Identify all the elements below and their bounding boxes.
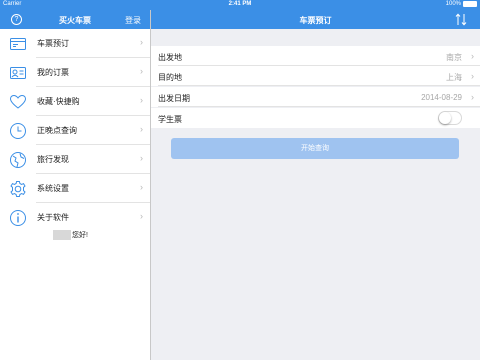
login-button[interactable]: 登录 xyxy=(125,15,141,26)
chevron-right-icon: › xyxy=(140,66,143,76)
sidebar-item-travel-discovery[interactable]: 旅行发现 › xyxy=(0,145,150,174)
departure-date-row[interactable]: 出发日期 2014-08-29 › xyxy=(151,87,480,107)
sidebar-item-label: 我的订票 xyxy=(37,68,69,77)
toggle-knob xyxy=(439,112,451,124)
username-placeholder xyxy=(53,230,71,240)
battery-percent: 100% xyxy=(445,1,461,7)
divider xyxy=(158,106,480,107)
battery-icon xyxy=(463,1,477,7)
sidebar-item-label: 车票预订 xyxy=(37,39,69,48)
departure-label: 出发地 xyxy=(158,53,182,62)
sidebar-item-ticket-booking[interactable]: 车票预订 › xyxy=(0,29,150,58)
clock-icon xyxy=(10,123,26,139)
departure-station-row[interactable]: 出发地 南京 › xyxy=(151,46,480,66)
chevron-right-icon: › xyxy=(471,51,474,61)
info-icon xyxy=(10,210,26,226)
sidebar-menu: 车票预订 › 我的订票 › 收藏·快捷购 › 正晚点查询 › 旅行发现 › 系统… xyxy=(0,29,150,360)
heart-icon xyxy=(9,94,27,109)
chevron-right-icon: › xyxy=(140,182,143,192)
page-title: 车票预订 xyxy=(299,16,332,25)
sidebar-item-label: 收藏·快捷购 xyxy=(37,97,80,106)
chevron-right-icon: › xyxy=(140,37,143,47)
search-button[interactable]: 开始查询 xyxy=(171,138,459,159)
sidebar-item-label: 关于软件 xyxy=(37,213,69,222)
chevron-right-icon: › xyxy=(471,71,474,81)
right-nav-bar: 车票预订 xyxy=(151,10,480,29)
globe-icon xyxy=(10,152,26,168)
user-greeting: 您好! xyxy=(53,230,88,240)
arrival-station-row[interactable]: 目的地 上海 › xyxy=(151,66,480,86)
sidebar-item-delay-query[interactable]: 正晚点查询 › xyxy=(0,116,150,145)
departure-value: 南京 xyxy=(446,53,462,62)
chevron-right-icon: › xyxy=(471,92,474,102)
order-card-icon xyxy=(10,67,26,79)
chevron-right-icon: › xyxy=(140,153,143,163)
sidebar-item-favorites[interactable]: 收藏·快捷购 › xyxy=(0,87,150,116)
sidebar-item-settings[interactable]: 系统设置 › xyxy=(0,174,150,203)
swap-arrows-icon[interactable] xyxy=(455,13,467,26)
status-bar: Carrier 2:41 PM 100% xyxy=(0,0,480,10)
arrival-value: 上海 xyxy=(446,73,462,82)
clock-label: 2:41 PM xyxy=(228,1,252,7)
sidebar-item-about[interactable]: 关于软件 › xyxy=(0,203,150,232)
left-nav-bar: ? 买火车票 登录 xyxy=(0,10,150,29)
sidebar-item-label: 系统设置 xyxy=(37,184,69,193)
chevron-right-icon: › xyxy=(140,124,143,134)
date-label: 出发日期 xyxy=(158,94,190,103)
divider xyxy=(158,85,480,86)
arrival-label: 目的地 xyxy=(158,73,182,82)
student-ticket-toggle[interactable] xyxy=(438,111,462,125)
sidebar-item-my-orders[interactable]: 我的订票 › xyxy=(0,58,150,87)
sidebar-item-label: 旅行发现 xyxy=(37,155,69,164)
chevron-right-icon: › xyxy=(140,211,143,221)
student-ticket-row: 学生票 xyxy=(151,108,480,128)
chevron-right-icon: › xyxy=(140,95,143,105)
gear-icon xyxy=(10,181,26,197)
student-ticket-label: 学生票 xyxy=(158,115,182,124)
sidebar-item-label: 正晚点查询 xyxy=(37,126,77,135)
battery-indicator: 100% xyxy=(446,1,477,7)
greeting-text: 您好! xyxy=(72,232,88,239)
ticket-icon xyxy=(10,38,26,50)
date-value: 2014-08-29 xyxy=(421,93,462,102)
